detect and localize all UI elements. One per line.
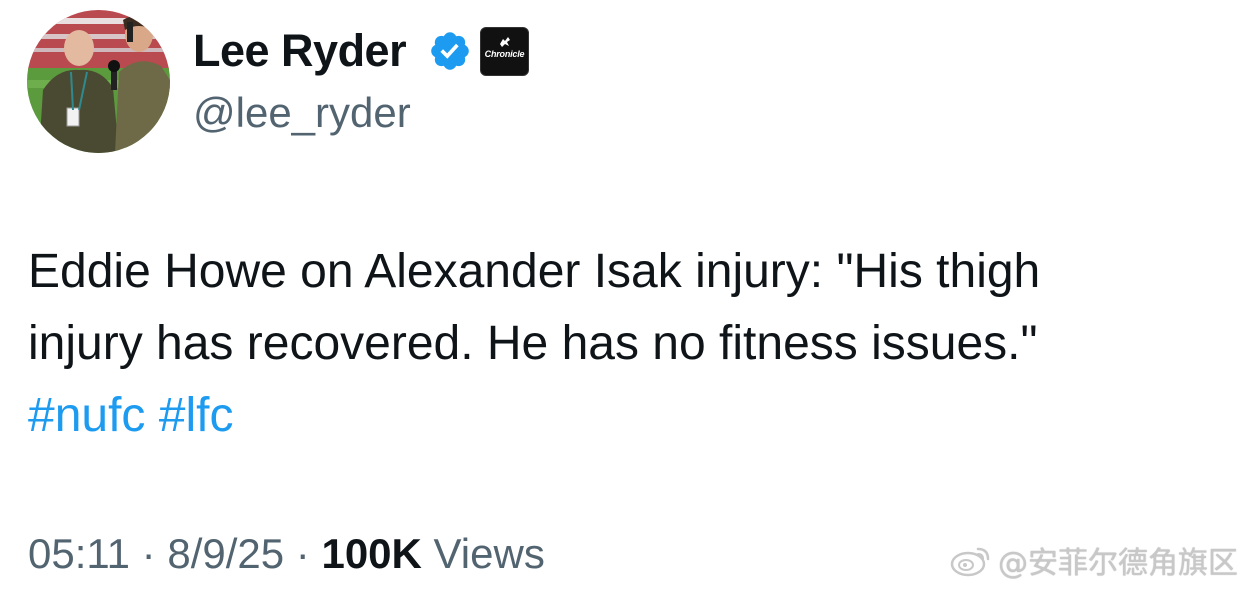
- affiliate-label: Chronicle: [484, 49, 525, 59]
- verified-badge-icon: [431, 32, 469, 70]
- meta-separator: ·: [141, 530, 156, 577]
- author-handle[interactable]: @lee_ryder: [193, 88, 411, 138]
- tweet-time[interactable]: 05:11: [28, 530, 130, 577]
- tweet-text-line: Eddie Howe on Alexander Isak injury: "Hi…: [28, 245, 1041, 298]
- hashtag-link[interactable]: #lfc: [159, 389, 234, 442]
- author-display-name[interactable]: Lee Ryder: [193, 24, 407, 78]
- author-avatar[interactable]: [27, 10, 170, 153]
- tweet-meta: 05:11 · 8/9/25 · 100K Views: [28, 527, 545, 581]
- magpie-logo-icon: [500, 37, 510, 47]
- tweet-text-line: injury has recovered. He has no fitness …: [28, 317, 1038, 370]
- tweet-date[interactable]: 8/9/25: [167, 530, 284, 577]
- tweet-text: Eddie Howe on Alexander Isak injury: "Hi…: [28, 236, 1228, 452]
- weibo-watermark: @安菲尔德角旗区: [950, 540, 1238, 581]
- meta-separator: ·: [295, 530, 310, 577]
- weibo-logo-icon: [950, 547, 990, 577]
- tweet-hashtags: #nufc #lfc: [28, 380, 1228, 452]
- views-count[interactable]: 100K: [321, 530, 421, 577]
- affiliate-badge[interactable]: Chronicle: [480, 27, 529, 76]
- watermark-text: @安菲尔德角旗区: [998, 546, 1238, 581]
- views-label: Views: [433, 530, 545, 577]
- hashtag-link[interactable]: #nufc: [28, 389, 145, 442]
